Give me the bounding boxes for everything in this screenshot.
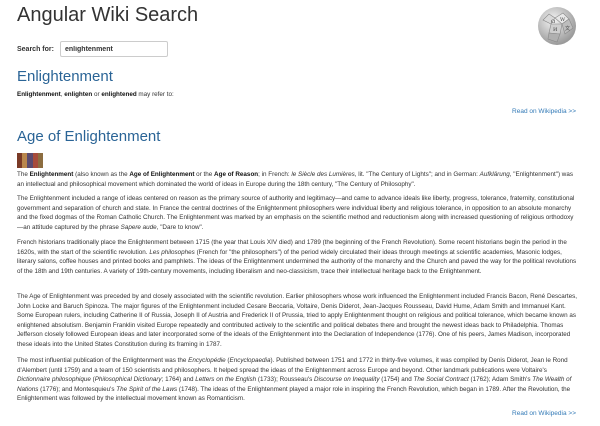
app-title: Angular Wiki Search — [17, 4, 199, 26]
article-paragraph: The Age of Enlightenment was preceded by… — [17, 293, 578, 348]
result-title-enlightenment[interactable]: Enlightenment — [17, 68, 113, 85]
disambiguation-text: Enlightenment, enlighten or enlightened … — [17, 91, 174, 98]
italic-term: The Social Contract — [413, 376, 469, 384]
italic-term: Philosophical Dictionary — [94, 376, 162, 384]
italic-term: Encyclopaedia — [229, 357, 271, 364]
italic-term: Sapere aude — [120, 223, 157, 231]
term-enlightenment: Enlightenment — [17, 91, 61, 98]
term-enlighten: enlighten — [64, 91, 93, 98]
result-title-age-of-enlightenment[interactable]: Age of Enlightenment — [17, 128, 160, 145]
bold-term: Age of Enlightenment — [129, 171, 195, 178]
italic-term: Aufklärung — [479, 171, 510, 178]
svg-text:文: 文 — [565, 25, 570, 32]
search-row: Search for: — [17, 41, 168, 57]
term-enlightened: enlightened — [101, 91, 137, 98]
italic-term: Les philosophes — [149, 248, 195, 256]
italic-term: Dictionnaire philosophique — [17, 376, 91, 384]
article-paragraph: The Enlightenment included a range of id… — [17, 195, 575, 231]
svg-text:W: W — [560, 17, 566, 23]
search-label: Search for: — [17, 45, 54, 53]
read-on-wikipedia-link[interactable]: Read on Wikipedia >> — [512, 108, 576, 115]
painting-thumbnail[interactable] — [17, 153, 44, 168]
bold-term: Enlightenment — [29, 171, 74, 178]
wikipedia-globe-icon: Ω W И 文 — [538, 7, 576, 45]
svg-text:И: И — [553, 27, 558, 33]
article-paragraph: The most influential publication of the … — [17, 357, 572, 403]
article-paragraph: French historians traditionally place th… — [17, 239, 577, 275]
bold-term: Age of Reason — [214, 171, 259, 178]
search-input[interactable] — [59, 41, 168, 57]
italic-term: Letters on the English — [195, 376, 257, 384]
read-on-wikipedia-link[interactable]: Read on Wikipedia >> — [512, 410, 576, 417]
italic-term: Discourse on Inequality — [314, 376, 380, 384]
italic-term: Encyclopédie — [188, 357, 226, 364]
italic-term: The Spirit of the Laws — [116, 385, 178, 393]
italic-term: le Siècle des Lumières — [291, 171, 355, 178]
svg-text:Ω: Ω — [551, 19, 555, 25]
article-paragraph: The Enlightenment (also known as the Age… — [17, 171, 574, 188]
